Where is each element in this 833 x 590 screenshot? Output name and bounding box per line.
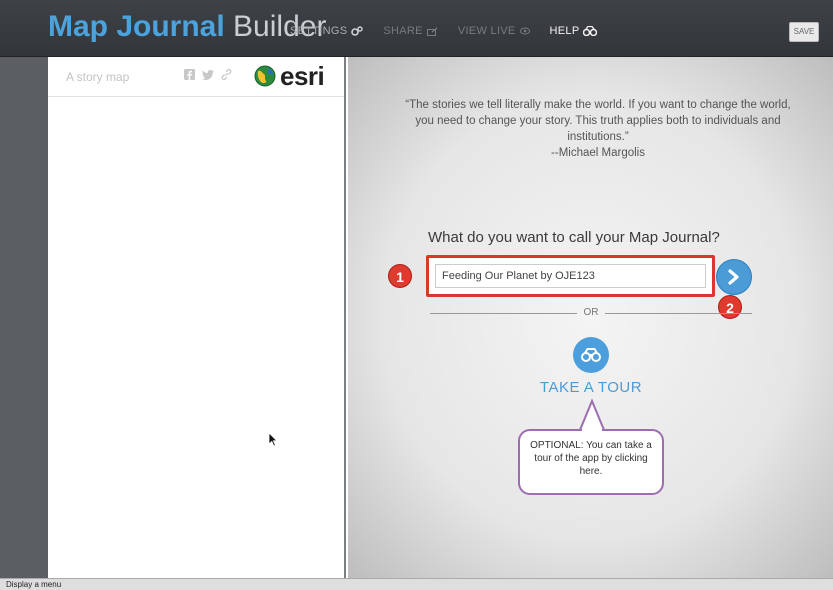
share-icon — [426, 27, 438, 36]
side-panel: A story map esri — [48, 57, 346, 578]
status-bar: Display a menu — [0, 578, 833, 590]
divider-line-left — [430, 313, 577, 314]
take-a-tour-link[interactable]: TAKE A TOUR — [536, 379, 646, 396]
callout-text: OPTIONAL: You can take a tour of the app… — [530, 440, 652, 477]
status-text: Display a menu — [6, 580, 62, 589]
quote-text: “The stories we tell literally make the … — [405, 99, 791, 143]
eye-icon — [519, 27, 530, 35]
view-live-button[interactable]: VIEW LIVE — [458, 25, 530, 37]
top-nav: SETTINGS SHARE VIEW LIVE HELP — [290, 25, 617, 37]
chevron-right-icon — [728, 269, 739, 285]
twitter-icon[interactable] — [202, 69, 214, 80]
link-icon[interactable] — [221, 69, 232, 80]
app-title: Map Journal Builder — [48, 10, 326, 44]
globe-icon — [254, 65, 276, 87]
help-button[interactable]: HELP — [550, 25, 598, 37]
next-button[interactable] — [716, 259, 752, 295]
save-button[interactable]: SAVE — [789, 22, 819, 42]
app-title-primary: Map Journal — [48, 10, 225, 43]
left-frame-strip — [0, 57, 48, 578]
settings-button[interactable]: SETTINGS — [290, 25, 364, 37]
title-question: What do you want to call your Map Journa… — [428, 229, 720, 246]
quote: “The stories we tell literally make the … — [398, 97, 798, 161]
step-badge-1: 1 — [388, 264, 412, 288]
quote-author: --Michael Margolis — [551, 147, 645, 159]
gears-icon — [351, 26, 364, 36]
esri-logo[interactable]: esri — [254, 63, 325, 89]
title-input-highlight: Feeding Our Planet by OJE123 — [426, 255, 715, 297]
share-button[interactable]: SHARE — [383, 25, 438, 37]
side-panel-header: A story map esri — [48, 57, 344, 97]
app-header: Map Journal Builder SETTINGS SHARE VIEW … — [0, 0, 833, 57]
or-label: OR — [583, 307, 599, 318]
social-links — [184, 69, 232, 80]
main-area: “The stories we tell literally make the … — [348, 57, 833, 578]
binoculars-icon — [581, 348, 601, 362]
title-input[interactable]: Feeding Our Planet by OJE123 — [435, 264, 706, 288]
divider-line-right — [605, 313, 752, 314]
tour-callout: OPTIONAL: You can take a tour of the app… — [518, 429, 664, 495]
facebook-icon[interactable] — [184, 69, 195, 80]
story-subtitle: A story map — [66, 70, 130, 84]
mouse-cursor-icon — [268, 432, 278, 447]
binoculars-icon — [583, 26, 598, 36]
or-divider: OR — [430, 307, 752, 319]
tour-binoculars-button[interactable] — [573, 337, 609, 373]
